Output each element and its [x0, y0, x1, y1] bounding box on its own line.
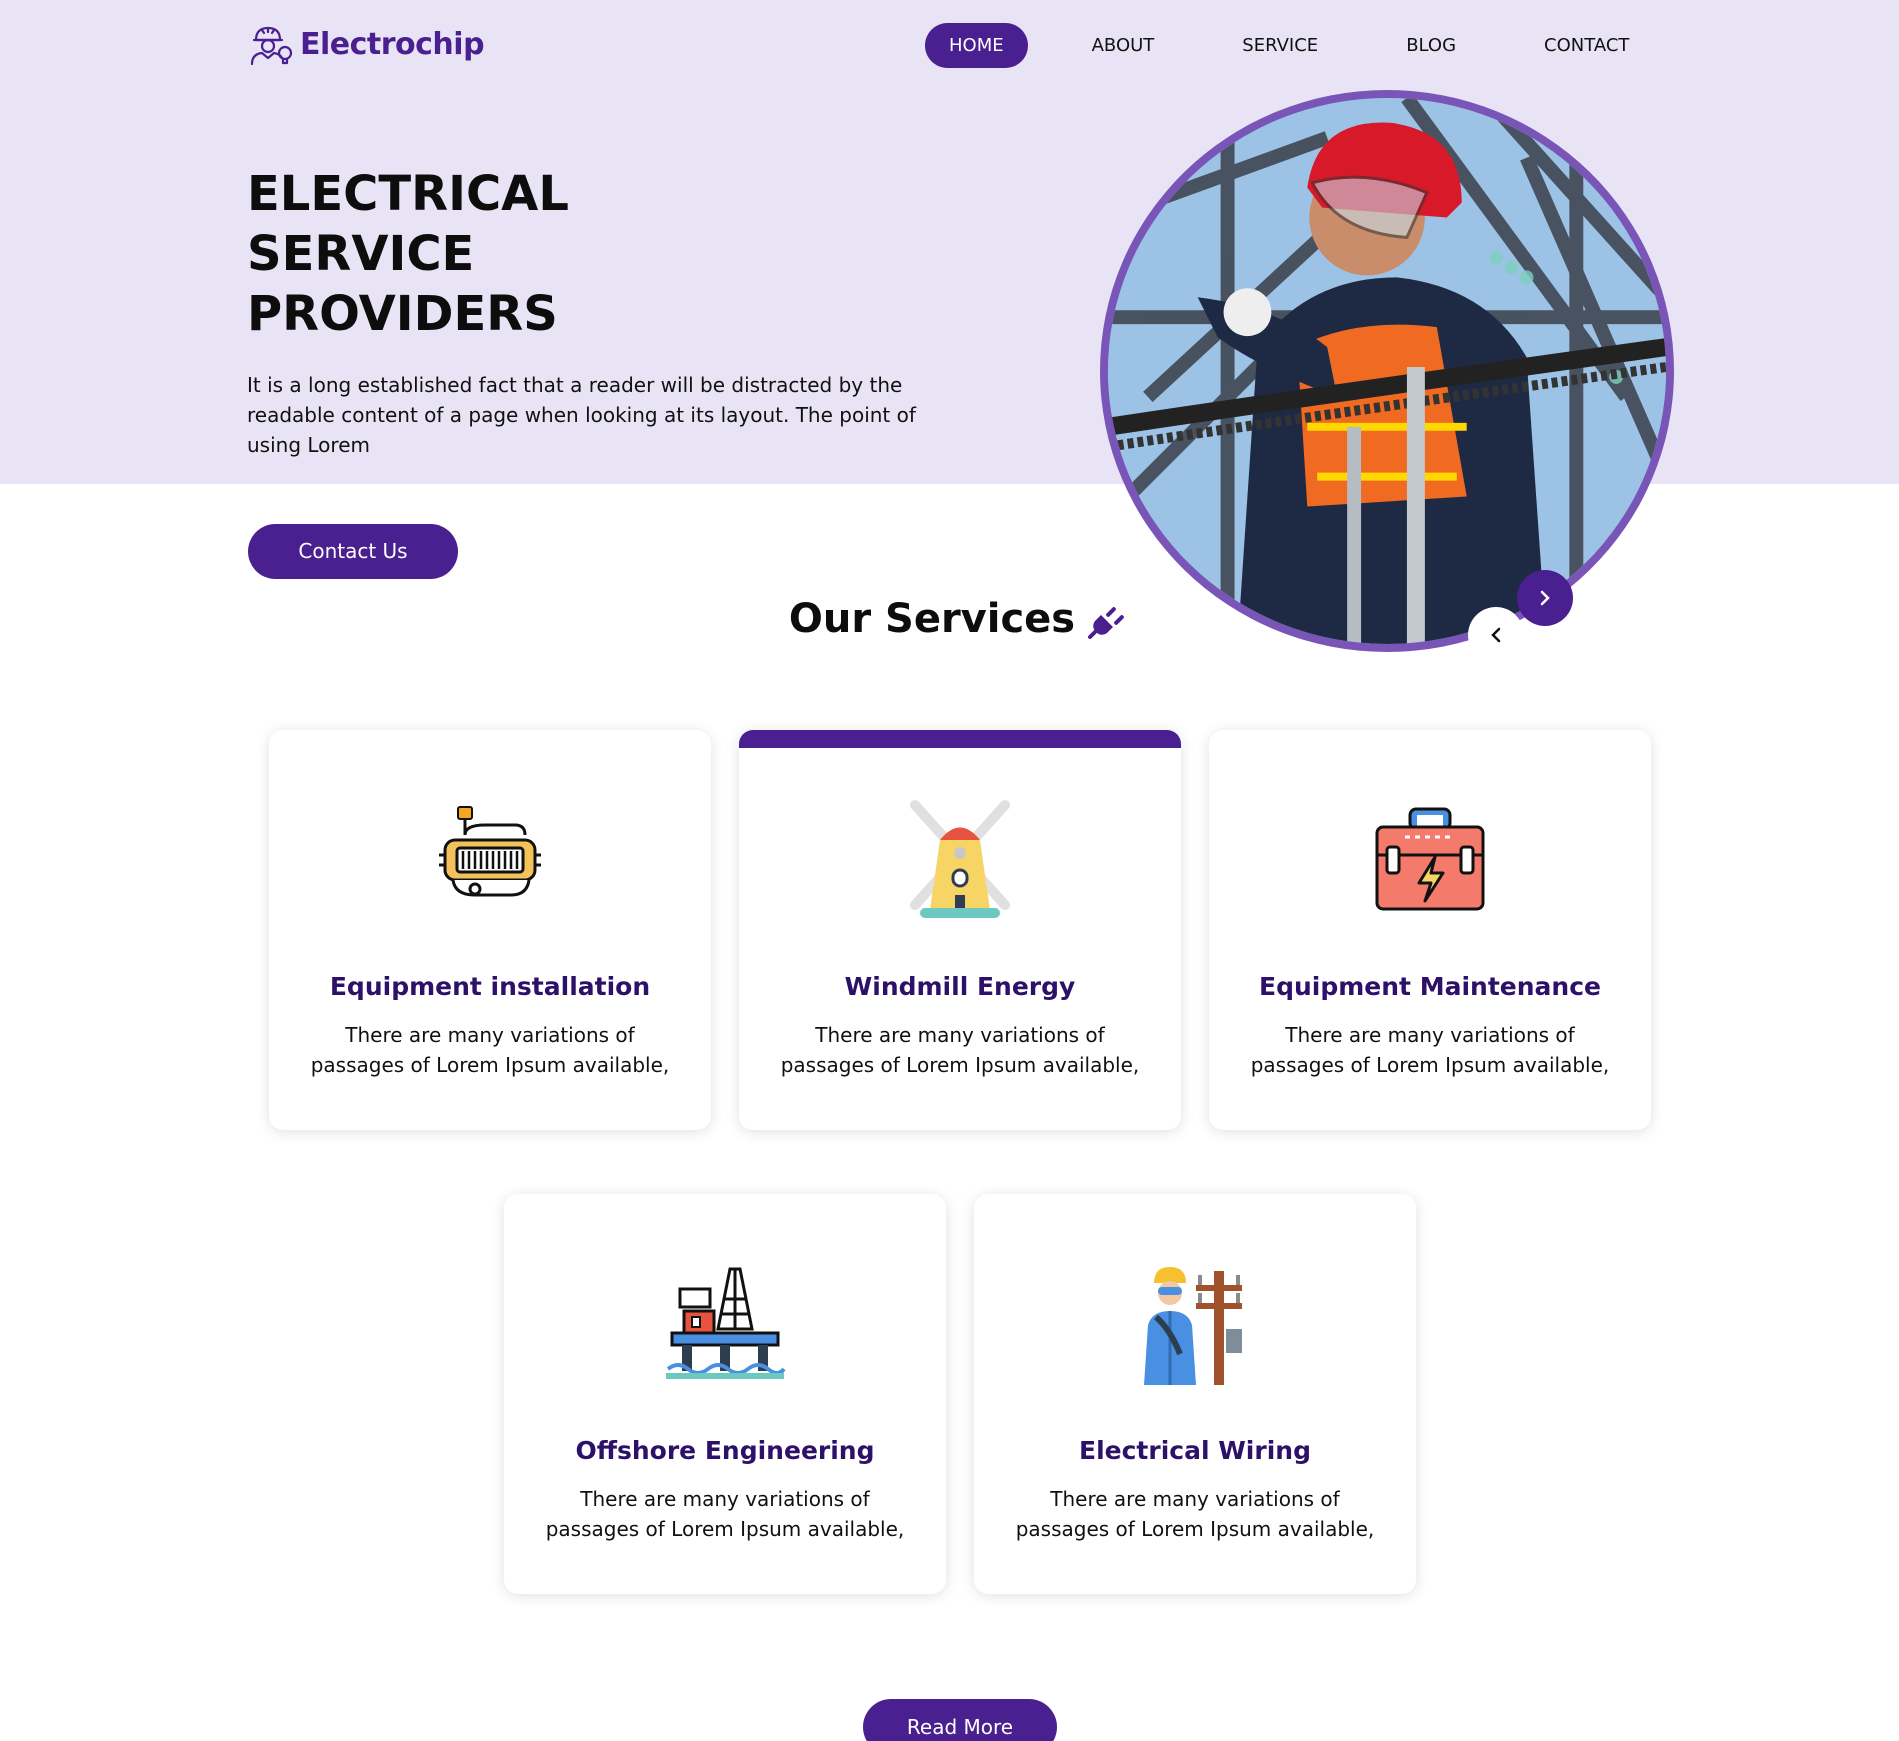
card-description: There are many variations of passages of…: [1250, 1023, 1610, 1077]
card-title: Windmill Energy: [844, 972, 1076, 1001]
windmill-icon: [910, 800, 1010, 918]
nav-service[interactable]: SERVICE: [1218, 23, 1342, 68]
brand-name: Electrochip: [300, 26, 485, 62]
hero-title-line-3: PROVIDERS: [247, 286, 558, 342]
plug-icon: [1088, 607, 1124, 639]
services-title: Our Services: [788, 596, 1076, 642]
service-card-offshore-engineering[interactable]: Offshore Engineering There are many vari…: [504, 1194, 946, 1594]
electric-equipment-icon: [439, 806, 541, 897]
engineer-logo-icon: [250, 26, 293, 66]
card-description: There are many variations of passages of…: [780, 1023, 1140, 1077]
contact-us-button[interactable]: Contact Us: [248, 524, 458, 579]
service-card-equipment-maintenance[interactable]: Equipment Maintenance There are many var…: [1209, 730, 1651, 1130]
hero-title: ELECTRICAL SERVICE PROVIDERS: [247, 164, 747, 344]
hero-title-line-2: SERVICE: [247, 226, 475, 282]
nav-blog[interactable]: BLOG: [1382, 23, 1480, 68]
card-description: There are many variations of passages of…: [545, 1487, 905, 1541]
service-card-electrical-wiring[interactable]: Electrical Wiring There are many variati…: [974, 1194, 1416, 1594]
card-title: Equipment Maintenance: [1259, 972, 1601, 1001]
read-more-button[interactable]: Read More: [863, 1699, 1057, 1741]
hero-image: [1100, 90, 1674, 652]
oil-platform-icon: [666, 1267, 786, 1379]
brand-logo[interactable]: Electrochip: [246, 20, 485, 68]
card-title: Offshore Engineering: [575, 1436, 875, 1465]
card-description: There are many variations of passages of…: [310, 1023, 670, 1077]
card-title: Electrical Wiring: [1079, 1436, 1311, 1465]
main-nav: HOME ABOUT SERVICE BLOG CONTACT: [925, 23, 1653, 68]
electrician-photo: [1108, 98, 1666, 644]
electrician-pole-icon: [1144, 1267, 1242, 1385]
nav-home[interactable]: HOME: [925, 23, 1028, 68]
hero-title-line-1: ELECTRICAL: [247, 166, 569, 222]
card-description: There are many variations of passages of…: [1015, 1487, 1375, 1541]
card-title: Equipment installation: [329, 972, 651, 1001]
toolbox-icon: [1375, 807, 1485, 911]
services-heading: Our Services: [0, 596, 1899, 642]
nav-about[interactable]: ABOUT: [1068, 23, 1179, 68]
service-card-equipment-installation[interactable]: Equipment installation There are many va…: [269, 730, 711, 1130]
service-card-windmill-energy[interactable]: Windmill Energy There are many variation…: [739, 730, 1181, 1130]
nav-contact[interactable]: CONTACT: [1520, 23, 1653, 68]
hero-description: It is a long established fact that a rea…: [247, 373, 916, 457]
